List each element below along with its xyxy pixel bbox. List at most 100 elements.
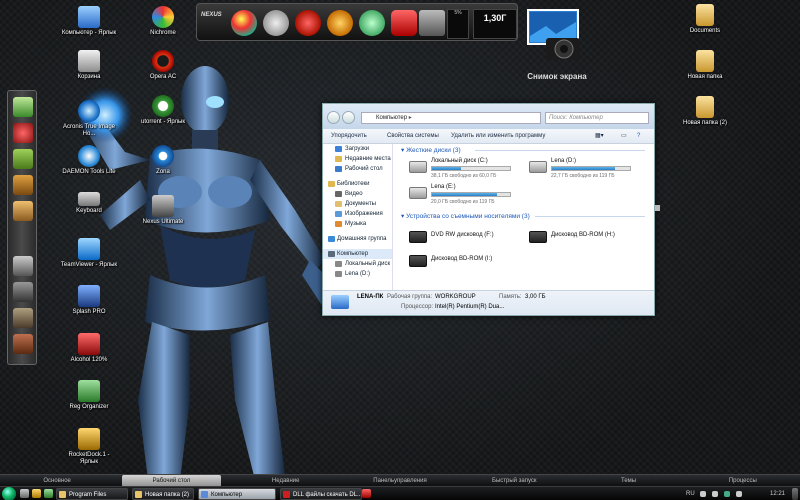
drive-item[interactable]: Локальный диск (C:) 38,1 ГБ свободно из … <box>409 158 529 180</box>
sidebar-item-icon <box>328 251 335 257</box>
search-input[interactable]: Поиск: Компьютер <box>545 112 649 124</box>
pc-name: LENA-ПК <box>357 294 384 300</box>
quick-launch-icon[interactable] <box>20 489 29 498</box>
hard-drives-header[interactable]: ▾ Жесткие диски (3) <box>401 146 461 154</box>
sidebar-item[interactable]: Недавние места <box>323 154 392 164</box>
system-properties-button[interactable]: Свойства системы <box>387 129 439 144</box>
desktop-icon-utorrent[interactable]: utorrent - Ярлык <box>134 95 192 126</box>
pinwheel-icon[interactable] <box>13 175 33 195</box>
taskbar-button[interactable]: Компьютер <box>198 488 276 500</box>
sidebar-item[interactable]: Изображения <box>323 209 392 219</box>
desktop-icon-rocketdock[interactable]: RocketDock.1 - Ярлык <box>60 428 118 466</box>
nichrome-icon <box>152 6 174 28</box>
show-desktop-button[interactable] <box>792 488 798 500</box>
desktop-icon-new-folder-2[interactable]: Новая папка (2) <box>676 96 734 127</box>
red-ball-icon[interactable] <box>295 10 321 36</box>
workgroup-label: Рабочая группа: <box>387 294 433 300</box>
desktop-icon-alcohol[interactable]: Alcohol 120% <box>60 333 118 364</box>
sidebar-item[interactable]: Локальный диск <box>323 259 392 269</box>
drive-item[interactable]: Lena (E:) 20,0 ГБ свободно из 119 ГБ <box>409 184 529 206</box>
opera-icon <box>152 50 174 72</box>
sidebar-item[interactable]: Музыка <box>323 219 392 229</box>
sidebar-item[interactable]: Компьютер <box>323 249 392 259</box>
taskbar-button-label: DLL файлы скачать DL... <box>293 492 362 498</box>
ram-meter: 1,30Г <box>473 9 517 39</box>
green-ball-icon[interactable] <box>359 10 385 36</box>
ram-value: 1,30Г <box>483 13 507 23</box>
green-cube-icon[interactable] <box>13 149 33 169</box>
tray-icon[interactable] <box>712 491 718 497</box>
sidebar-item[interactable]: Видео <box>323 189 392 199</box>
tray-icon[interactable] <box>700 491 706 497</box>
back-button[interactable] <box>327 111 340 124</box>
desktop-icon-zona[interactable]: Zona <box>134 145 192 176</box>
box-icon[interactable] <box>13 334 33 354</box>
sidebar-item[interactable]: Домашняя группа <box>323 234 392 244</box>
start-button[interactable] <box>2 487 16 500</box>
desktop-icon-opera-ac[interactable]: Opera AC <box>134 50 192 81</box>
sidebar-item-label: Недавние места <box>345 156 391 162</box>
drive-item[interactable]: Lena (D:) 22,7 ГБ свободно из 119 ГБ <box>529 158 649 180</box>
desktop-icon-label: Новая папка (2) <box>683 120 727 126</box>
phone-icon[interactable] <box>13 256 33 276</box>
desktop-icon-computer[interactable]: Компьютер - Ярлык <box>60 6 118 37</box>
nexus-logo[interactable]: NEXUS <box>201 12 227 34</box>
desktop-icon-new-folder[interactable]: Новая папка <box>676 50 734 81</box>
desktop-icon-teamviewer[interactable]: TeamViewer - Ярлык <box>60 238 118 269</box>
quick-launch-icon[interactable] <box>32 489 41 498</box>
photo-viewer-icon[interactable] <box>419 10 445 36</box>
desktop-icon-daemon-tools[interactable]: DAEMON Tools Lite <box>60 145 118 176</box>
desktop-icon-documents[interactable]: Documents <box>676 4 734 35</box>
uninstall-program-button[interactable]: Удалить или изменить программу <box>451 129 545 144</box>
sidebar-item[interactable]: Документы <box>323 199 392 209</box>
organize-button[interactable]: Упорядочить <box>331 129 367 144</box>
view-options-icon[interactable]: ▦▾ <box>595 129 604 144</box>
taskbar-button[interactable]: Новая папка (2) <box>132 488 194 500</box>
opera-taskbar-icon[interactable] <box>362 489 371 498</box>
horse-icon[interactable] <box>13 201 33 221</box>
desktop-icon-reg-organizer[interactable]: Reg Organizer <box>60 380 118 411</box>
drive-usage-bar <box>431 166 511 171</box>
lighthouse-icon[interactable] <box>13 308 33 328</box>
toolbox-icon[interactable] <box>391 10 417 36</box>
preview-pane-icon[interactable]: ▭ <box>621 129 627 144</box>
desktop-icon-acronis[interactable]: Acronis True Image Ho... <box>60 100 118 138</box>
screenshot-widget[interactable] <box>524 8 586 64</box>
desktop-icon-nichrome[interactable]: Nichrome <box>134 6 192 37</box>
sidebar-item[interactable]: Lena (D:) <box>323 269 392 279</box>
help-icon[interactable]: ? <box>637 129 640 144</box>
hard-drive-icon <box>409 187 427 199</box>
drive-name: Дисковод BD-ROM (H:) <box>551 232 615 238</box>
clock[interactable]: 12:21 <box>770 487 785 500</box>
language-indicator[interactable]: RU <box>686 487 695 500</box>
volume-icon[interactable] <box>736 491 742 497</box>
removable-header[interactable]: ▾ Устройства со съемными носителями (3) <box>401 212 530 220</box>
color-wheel-icon[interactable] <box>231 10 257 36</box>
nexus-icon <box>152 195 174 217</box>
cpu-meter: 5% <box>447 9 469 39</box>
hard-drive-icon <box>409 161 427 173</box>
removable-drive-item[interactable]: Дисковод BD-ROM (H:) <box>529 228 649 250</box>
desktop-icon-nexus-ultimate[interactable]: Nexus Ultimate <box>134 195 192 226</box>
card-icon[interactable] <box>13 282 33 302</box>
sidebar-item[interactable]: Рабочий стол <box>323 164 392 174</box>
desktop-icon-keyboard[interactable]: Keyboard <box>60 192 118 215</box>
address-bar[interactable]: Компьютер ▸ <box>361 112 541 124</box>
removable-drive-item[interactable]: Дисковод BD-ROM (I:) <box>409 252 529 274</box>
orange-ball-icon[interactable] <box>327 10 353 36</box>
sidebar-item-label: Библиотеки <box>337 181 370 187</box>
quick-launch-icon[interactable] <box>44 489 53 498</box>
sidebar-item-label: Видео <box>345 191 363 197</box>
sidebar-item[interactable]: Библиотеки <box>323 179 392 189</box>
red-circle-app-icon[interactable] <box>13 123 33 143</box>
sidebar-item[interactable]: Загрузки <box>323 144 392 154</box>
clock-icon[interactable] <box>263 10 289 36</box>
forward-button[interactable] <box>342 111 355 124</box>
desktop-icon-splash-pro[interactable]: Splash PRO <box>60 285 118 316</box>
photo-landscape-icon[interactable] <box>13 97 33 117</box>
taskbar-button[interactable]: Program Files <box>56 488 128 500</box>
taskbar-button[interactable]: DLL файлы скачать DL... <box>280 488 362 500</box>
desktop-icon-recycle-bin[interactable]: Корзина <box>60 50 118 81</box>
removable-drive-item[interactable]: DVD RW дисковод (F:) <box>409 228 529 250</box>
network-icon[interactable] <box>724 491 730 497</box>
